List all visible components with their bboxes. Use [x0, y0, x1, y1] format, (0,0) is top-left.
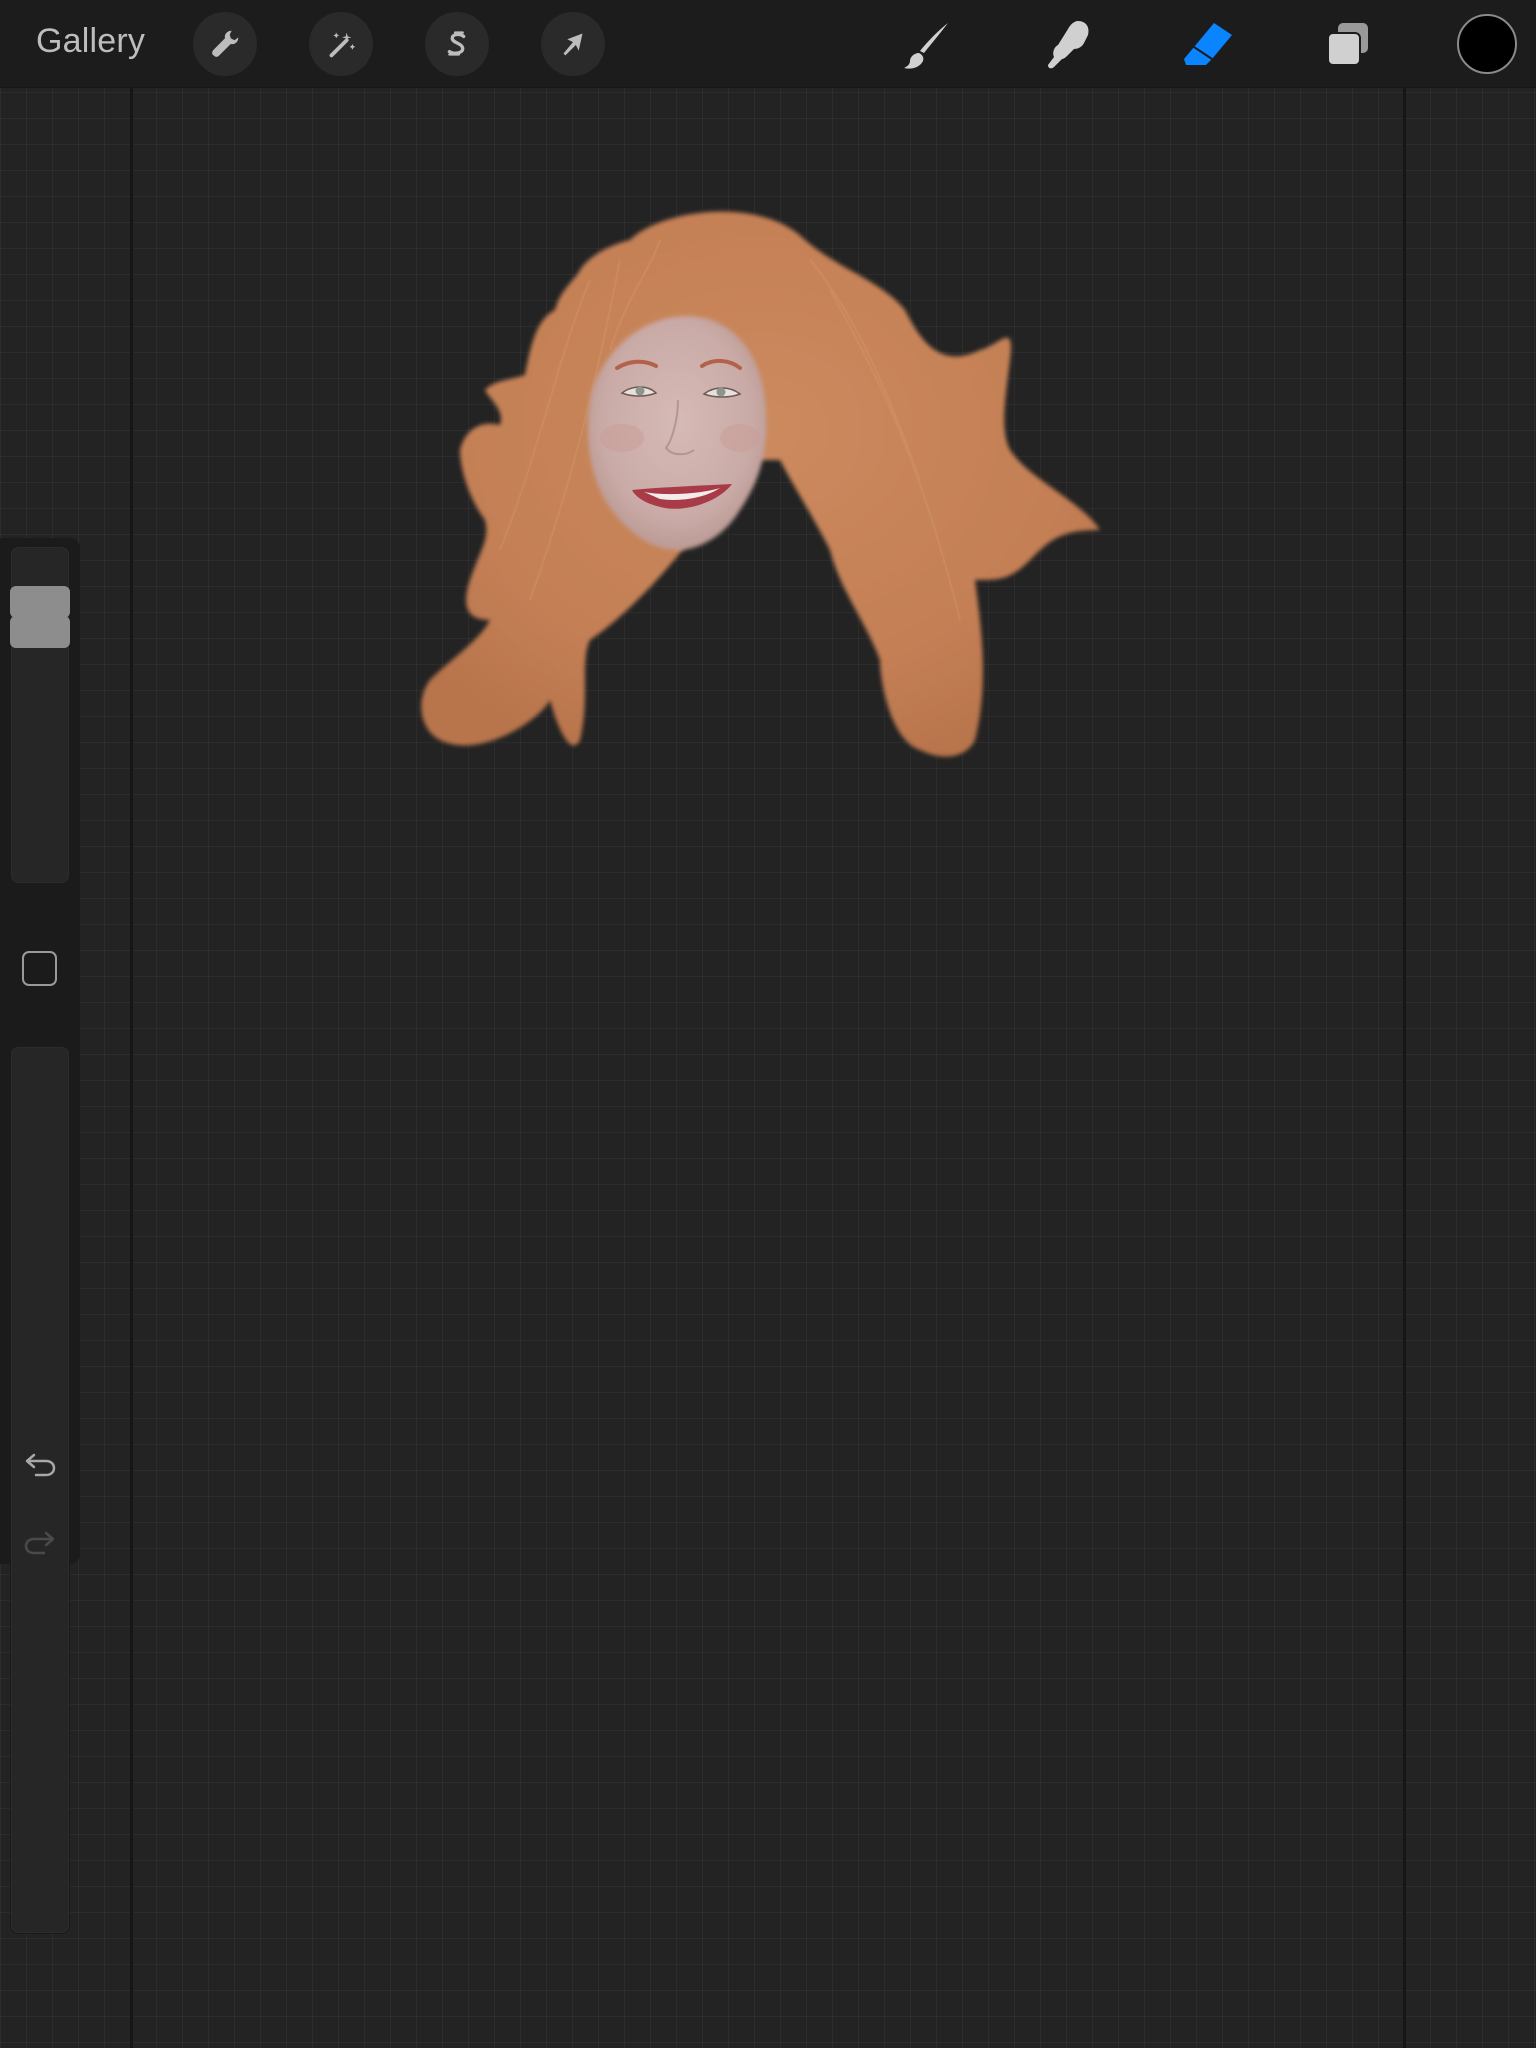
brush-button[interactable] [897, 14, 959, 76]
opacity-thumb[interactable] [10, 586, 70, 618]
gallery-button[interactable]: Gallery [36, 22, 145, 61]
wrench-icon [212, 30, 239, 57]
actions-button[interactable] [193, 12, 257, 76]
arrow-cursor-icon [563, 33, 583, 56]
selection-s-icon [447, 31, 466, 56]
undo-button[interactable] [20, 1444, 60, 1484]
smudge-finger-icon [1048, 21, 1089, 69]
top-toolbar: Gallery [0, 0, 1536, 88]
left-sidebar [0, 538, 80, 1934]
portrait-artwork [421, 211, 1100, 757]
magic-wand-icon [329, 32, 356, 58]
smudge-button[interactable] [1037, 14, 1099, 76]
layers-button[interactable] [1317, 14, 1379, 76]
brush-size-thumb[interactable] [10, 615, 70, 648]
undo-arrow-icon [25, 1453, 56, 1477]
canvas-left-edge [130, 88, 133, 2048]
transform-button[interactable] [541, 12, 605, 76]
eraser-icon [1184, 23, 1232, 65]
modify-button[interactable] [22, 951, 57, 986]
redo-arrow-icon [24, 1531, 55, 1555]
eraser-button[interactable] [1177, 14, 1239, 76]
selection-button[interactable] [425, 12, 489, 76]
canvas-right-edge [1403, 88, 1406, 2048]
opacity-slider[interactable] [10, 1046, 70, 1934]
layers-icon [1327, 23, 1368, 66]
color-picker-button[interactable] [1457, 14, 1517, 74]
adjustments-button[interactable] [309, 12, 373, 76]
paintbrush-icon [904, 23, 948, 69]
redo-button[interactable] [20, 1522, 60, 1562]
